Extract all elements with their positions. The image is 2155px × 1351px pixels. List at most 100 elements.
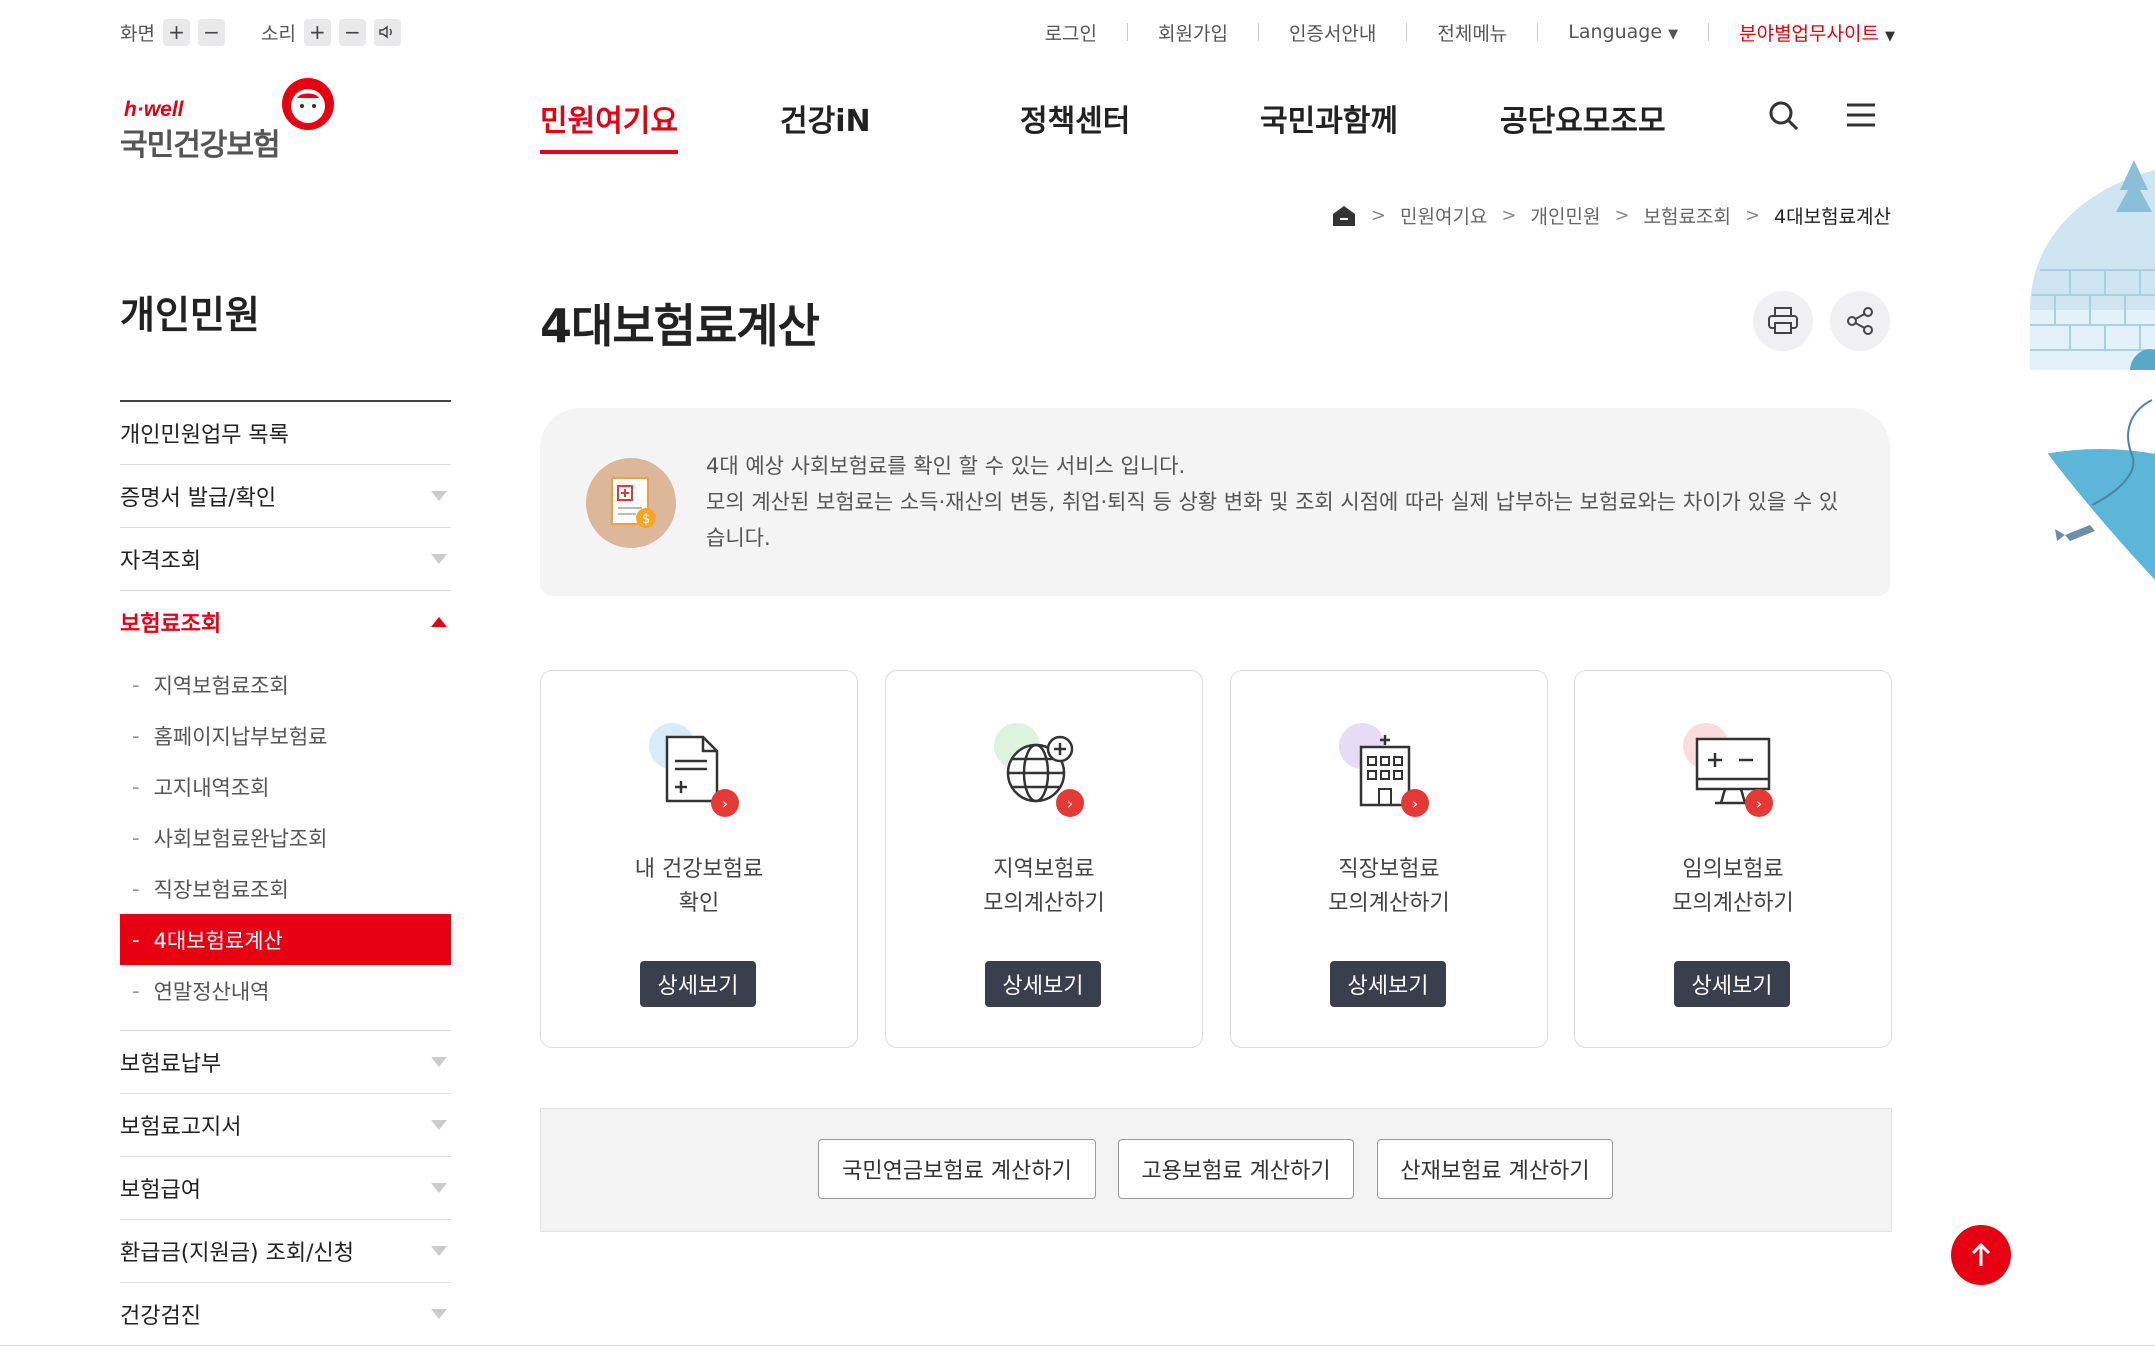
gnb-policy-center[interactable]: 정책센터 [1020, 96, 1130, 140]
info-text: 4대 예상 사회보험료를 확인 할 수 있는 서비스 입니다. 모의 계산된 보… [706, 448, 1846, 556]
main-nav: 민원여기요 건강iN 정책센터 국민과함께 공단요모조모 [0, 96, 2155, 154]
card-title: 직장보험료 [1338, 857, 1440, 882]
lnb-item[interactable]: 증명서 발급/확인 [120, 465, 451, 528]
gnb-health-in[interactable]: 건강iN [780, 96, 871, 140]
caret-down-icon [431, 491, 447, 501]
lnb-sub-item[interactable]: - 고지내역조회 [120, 761, 451, 812]
gnb-about[interactable]: 공단요모조모 [1500, 96, 1666, 140]
detail-button[interactable]: 상세보기 [985, 961, 1101, 1007]
arrow-right-icon: › [1401, 789, 1429, 817]
info-line-1: 4대 예상 사회보험료를 확인 할 수 있는 서비스 입니다. [706, 454, 1186, 478]
lnb-title: 개인민원 [120, 293, 260, 337]
card-title: 내 건강보험료 [634, 857, 764, 882]
lnb-sub-item[interactable]: - 지역보험료조회 [120, 659, 451, 710]
service-card: › 임의보험료모의계산하기 상세보기 [1574, 670, 1892, 1048]
lnb-submenu: - 지역보험료조회 - 홈페이지납부보험료 - 고지내역조회 - 사회보험료완납조회 -… [120, 653, 451, 1031]
breadcrumb-item[interactable]: 민원여기요 [1400, 202, 1487, 229]
speaker-icon[interactable] [373, 18, 401, 46]
winter-illustration [2030, 160, 2155, 580]
print-button[interactable] [1753, 291, 1813, 351]
breadcrumb-item[interactable]: 개인민원 [1531, 202, 1601, 229]
card-subtitle: 확인 [678, 891, 720, 916]
volume-down-button[interactable]: − [338, 18, 366, 46]
zoom-in-button[interactable]: + [162, 18, 190, 46]
accessibility-controls: 화면 + − 소리 + − [120, 14, 425, 50]
caret-up-icon [431, 617, 447, 627]
service-card: › 직장보험료모의계산하기 상세보기 [1230, 670, 1548, 1048]
other-calculators: 국민연금보험료 계산하기 고용보험료 계산하기 산재보험료 계산하기 [540, 1108, 1892, 1232]
lnb-item[interactable]: 보험급여 [120, 1157, 451, 1220]
certificate-guide-link[interactable]: 인증서안내 [1289, 19, 1376, 46]
arrow-right-icon: › [1745, 789, 1773, 817]
caret-down-icon [431, 1057, 447, 1067]
employment-calc-button[interactable]: 고용보험료 계산하기 [1118, 1139, 1354, 1199]
volume-up-button[interactable]: + [303, 18, 331, 46]
pension-calc-button[interactable]: 국민연금보험료 계산하기 [818, 1139, 1096, 1199]
caret-down-icon [431, 1120, 447, 1130]
login-link[interactable]: 로그인 [1045, 19, 1097, 46]
lnb-item[interactable]: 개인민원업무 목록 [120, 402, 451, 465]
caret-down-icon: ▼ [1885, 28, 1895, 44]
service-card: › 내 건강보험료확인 상세보기 [540, 670, 858, 1048]
lnb-item-premium-inquiry[interactable]: 보험료조회 [120, 591, 451, 653]
chevron-right-icon: > [1614, 205, 1630, 226]
chevron-right-icon: > [1501, 205, 1517, 226]
lnb-item[interactable]: 건강검진 [120, 1283, 451, 1345]
lnb-sub-item[interactable]: - 홈페이지납부보험료 [120, 710, 451, 761]
detail-button[interactable]: 상세보기 [640, 961, 756, 1007]
share-icon [1847, 307, 1873, 335]
screen-label: 화면 [120, 22, 155, 45]
caret-down-icon [431, 1309, 447, 1319]
breadcrumb-item[interactable]: 보험료조회 [1644, 202, 1731, 229]
lnb-item[interactable]: 자격조회 [120, 528, 451, 591]
service-card: › 지역보험료모의계산하기 상세보기 [885, 670, 1203, 1048]
chevron-right-icon: > [1744, 205, 1761, 226]
business-sites-select[interactable]: 분야별업무사이트 ▼ [1739, 19, 1895, 46]
breadcrumb-current: 4대보험료계산 [1774, 206, 1891, 228]
lnb-sub-item[interactable]: - 사회보험료완납조회 [120, 812, 451, 863]
card-title: 지역보험료 [993, 857, 1095, 882]
lnb-sub-item[interactable]: - 연말정산내역 [120, 965, 451, 1016]
card-subtitle: 모의계산하기 [1672, 891, 1794, 916]
utility-links: 로그인 회원가입 인증서안내 전체메뉴 Language ▼ 분야별업무사이트 … [1045, 14, 1895, 50]
chevron-right-icon: > [1370, 205, 1387, 226]
gnb-civil-service[interactable]: 민원여기요 [540, 96, 678, 154]
scroll-top-button[interactable] [1951, 1225, 2011, 1285]
divider [0, 1345, 2155, 1346]
caret-down-icon [431, 554, 447, 564]
detail-button[interactable]: 상세보기 [1674, 961, 1790, 1007]
caret-down-icon [431, 1246, 447, 1256]
calculator-document-icon: $ [586, 458, 676, 548]
caret-down-icon: ▼ [1668, 27, 1679, 42]
menu-icon[interactable] [1846, 102, 1876, 128]
signup-link[interactable]: 회원가입 [1158, 19, 1228, 46]
lnb-item[interactable]: 보험료고지서 [120, 1094, 451, 1157]
info-line-2: 모의 계산된 보험료는 소득·재산의 변동, 취업·퇴직 등 상황 변화 및 조… [706, 490, 1839, 550]
side-nav: 개인민원업무 목록 증명서 발급/확인 자격조회 보험료조회 - 지역보험료조회 … [120, 400, 451, 1345]
detail-button[interactable]: 상세보기 [1330, 961, 1446, 1007]
info-box: $ 4대 예상 사회보험료를 확인 할 수 있는 서비스 입니다. 모의 계산된… [540, 408, 1890, 596]
card-subtitle: 모의계산하기 [1328, 891, 1450, 916]
svg-text:$: $ [642, 512, 650, 527]
arrow-right-icon: › [1056, 789, 1084, 817]
home-icon[interactable] [1331, 204, 1357, 228]
breadcrumb: > 민원여기요 > 개인민원 > 보험료조회 > 4대보험료계산 [1331, 202, 1891, 229]
caret-down-icon [431, 1183, 447, 1193]
industrial-accident-calc-button[interactable]: 산재보험료 계산하기 [1377, 1139, 1613, 1199]
gnb-with-people[interactable]: 국민과함께 [1260, 96, 1398, 140]
arrow-up-icon [1971, 1242, 1991, 1266]
search-icon[interactable] [1768, 100, 1800, 132]
arrow-right-icon: › [711, 789, 739, 817]
card-subtitle: 모의계산하기 [983, 891, 1105, 916]
lnb-sub-item-active[interactable]: -4대보험료계산 [120, 914, 451, 965]
printer-icon [1768, 307, 1798, 334]
card-title: 임의보험료 [1682, 857, 1784, 882]
zoom-out-button[interactable]: − [197, 18, 225, 46]
language-select[interactable]: Language ▼ [1568, 21, 1678, 43]
full-menu-link[interactable]: 전체메뉴 [1437, 19, 1507, 46]
page-title: 4대보험료계산 [540, 299, 820, 353]
lnb-item[interactable]: 보험료납부 [120, 1031, 451, 1094]
lnb-item[interactable]: 환급금(지원금) 조회/신청 [120, 1220, 451, 1283]
lnb-sub-item[interactable]: - 직장보험료조회 [120, 863, 451, 914]
share-button[interactable] [1830, 291, 1890, 351]
